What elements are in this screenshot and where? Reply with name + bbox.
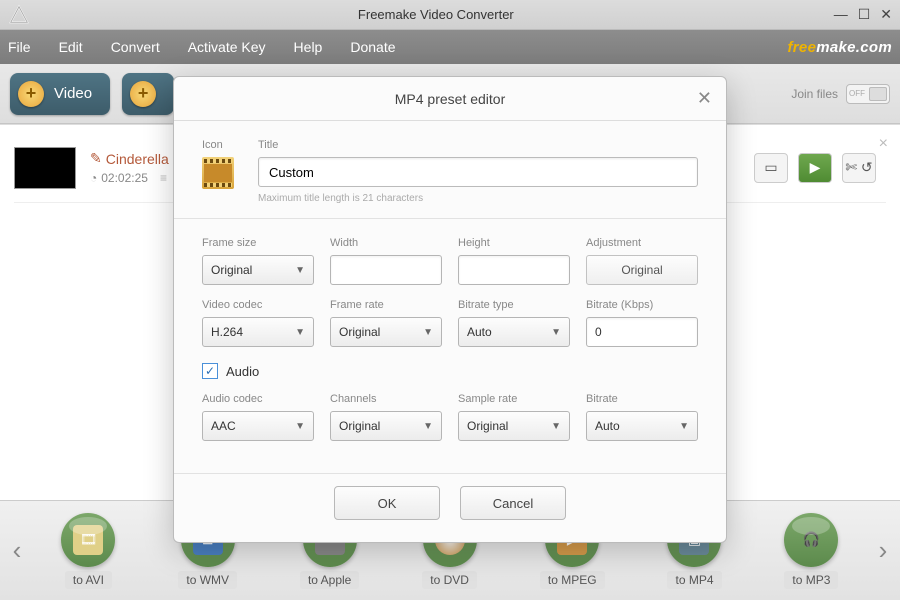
add-video-button[interactable]: + Video [10, 73, 110, 115]
video-thumbnail [14, 147, 76, 189]
format-mp3[interactable]: 🎧 to MP3 [784, 513, 838, 589]
audio-checkbox[interactable]: ✓ [202, 363, 218, 379]
bitrate-kbps-input[interactable]: 0 [586, 317, 698, 347]
headphones-icon: 🎧 [796, 525, 826, 555]
ok-button[interactable]: OK [334, 486, 440, 520]
frame-rate-label: Frame rate [330, 299, 442, 311]
frame-rate-select[interactable]: Original▼ [330, 317, 442, 347]
clock-icon: ◔ [90, 171, 97, 185]
list-icon: ≡ [160, 171, 167, 185]
preset-icon[interactable] [202, 157, 234, 189]
bitrate-kbps-label: Bitrate (Kbps) [586, 299, 698, 311]
menu-convert[interactable]: Convert [111, 39, 160, 55]
remove-file-button[interactable]: × [879, 135, 888, 153]
height-label: Height [458, 237, 570, 249]
film-icon: 🎞 [73, 525, 103, 555]
title-hint: Maximum title length is 21 characters [258, 193, 698, 204]
frame-size-label: Frame size [202, 237, 314, 249]
preset-title-input[interactable] [258, 157, 698, 187]
minimize-button[interactable]: — [834, 6, 848, 23]
width-label: Width [330, 237, 442, 249]
pencil-icon: ✎ [90, 150, 102, 167]
menu-file[interactable]: File [8, 39, 31, 55]
channels-select[interactable]: Original▼ [330, 411, 442, 441]
format-avi[interactable]: 🎞 to AVI [61, 513, 115, 589]
chevron-down-icon: ▼ [295, 327, 305, 338]
maximize-button[interactable]: ☐ [858, 6, 871, 23]
plus-icon: + [18, 81, 44, 107]
video-codec-select[interactable]: H.264▼ [202, 317, 314, 347]
close-button[interactable]: ✕ [880, 6, 892, 23]
audio-codec-label: Audio codec [202, 393, 314, 405]
audio-codec-select[interactable]: AAC▼ [202, 411, 314, 441]
file-duration: 02:02:25 [101, 171, 148, 185]
audio-bitrate-label: Bitrate [586, 393, 698, 405]
subtitle-button[interactable]: ▭ [754, 153, 788, 183]
cut-button[interactable]: ✄ ↺ [842, 153, 876, 183]
channels-label: Channels [330, 393, 442, 405]
add-video-label: Video [54, 85, 92, 102]
icon-label: Icon [202, 139, 223, 151]
chevron-down-icon: ▼ [551, 327, 561, 338]
window-title: Freemake Video Converter [38, 7, 834, 22]
width-input[interactable] [330, 255, 442, 285]
adjustment-label: Adjustment [586, 237, 698, 249]
chevron-down-icon: ▼ [423, 327, 433, 338]
chevron-down-icon: ▼ [551, 421, 561, 432]
adjustment-button[interactable]: Original [586, 255, 698, 285]
add-secondary-button[interactable]: + [122, 73, 174, 115]
chevron-down-icon: ▼ [295, 421, 305, 432]
audio-bitrate-select[interactable]: Auto▼ [586, 411, 698, 441]
chevron-down-icon: ▼ [423, 421, 433, 432]
join-files-switch[interactable]: OFF [846, 84, 890, 104]
menu-edit[interactable]: Edit [59, 39, 83, 55]
scroll-left-button[interactable]: ‹ [4, 519, 30, 583]
titlebar: Freemake Video Converter — ☐ ✕ [0, 0, 900, 30]
preset-editor-dialog: MP4 preset editor ✕ Icon Title Maximum t… [173, 76, 727, 543]
chevron-down-icon: ▼ [679, 421, 689, 432]
switch-knob [869, 87, 887, 101]
file-title: ✎ Cinderella [90, 150, 169, 167]
cancel-button[interactable]: Cancel [460, 486, 566, 520]
dialog-close-button[interactable]: ✕ [697, 88, 712, 109]
sample-rate-label: Sample rate [458, 393, 570, 405]
menu-help[interactable]: Help [294, 39, 323, 55]
bitrate-type-label: Bitrate type [458, 299, 570, 311]
sample-rate-select[interactable]: Original▼ [458, 411, 570, 441]
audio-label: Audio [226, 364, 259, 379]
menu-donate[interactable]: Donate [350, 39, 395, 55]
app-logo-icon [8, 4, 30, 26]
frame-size-select[interactable]: Original▼ [202, 255, 314, 285]
scroll-right-button[interactable]: › [870, 519, 896, 583]
dialog-title: MP4 preset editor [395, 91, 506, 107]
title-label: Title [258, 139, 698, 151]
chevron-down-icon: ▼ [295, 265, 305, 276]
bitrate-type-select[interactable]: Auto▼ [458, 317, 570, 347]
plus-icon: + [130, 81, 156, 107]
play-button[interactable]: ▶ [798, 153, 832, 183]
join-files-label: Join files [791, 87, 838, 101]
menubar: File Edit Convert Activate Key Help Dona… [0, 30, 900, 64]
window-controls: — ☐ ✕ [834, 6, 892, 23]
menu-activate-key[interactable]: Activate Key [188, 39, 266, 55]
height-input[interactable] [458, 255, 570, 285]
video-codec-label: Video codec [202, 299, 314, 311]
join-files-control: Join files OFF [791, 84, 890, 104]
brand-link[interactable]: freemake.com [788, 39, 893, 56]
